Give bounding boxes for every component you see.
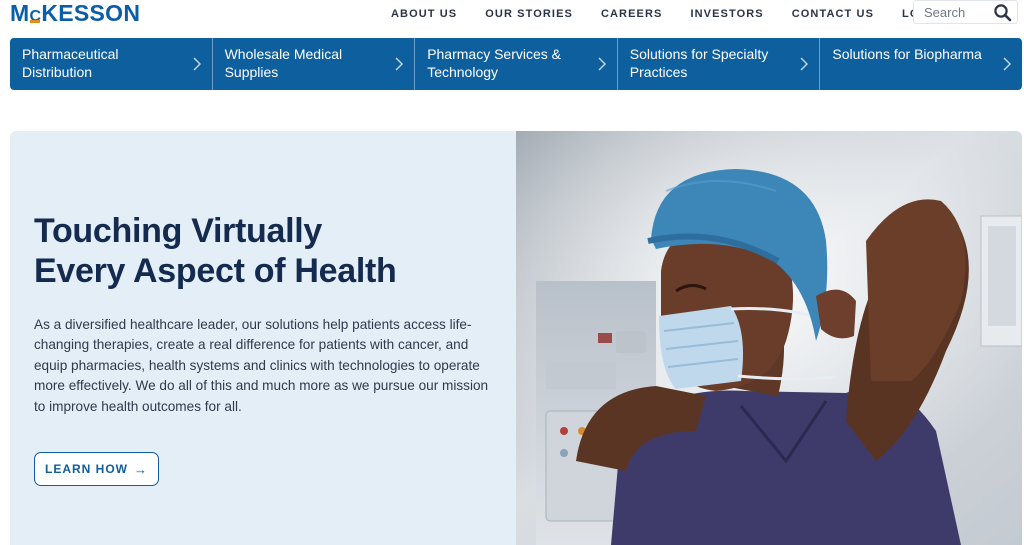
chevron-right-icon: [1003, 57, 1011, 71]
hero-headline-line-2: Every Aspect of Health: [34, 252, 397, 290]
hero-body-text: As a diversified healthcare leader, our …: [34, 317, 489, 414]
learn-how-button[interactable]: LEARN HOW →: [34, 452, 159, 486]
learn-how-label: LEARN HOW: [45, 462, 128, 476]
category-label: Solutions for Biopharma: [832, 46, 982, 62]
nav-contact-us[interactable]: CONTACT US: [792, 7, 874, 21]
chevron-right-icon: [193, 57, 201, 71]
site-header: MCKESSON ABOUT US OUR STORIES CAREERS IN…: [0, 0, 1024, 34]
category-label: Solutions for Specialty Practices: [629, 46, 769, 80]
hero-text-panel: Touching Virtually Every Aspect of Healt…: [10, 131, 516, 545]
nav-our-stories[interactable]: OUR STORIES: [485, 7, 573, 21]
mckesson-logo[interactable]: MCKESSON: [10, 1, 140, 29]
search-input[interactable]: [924, 4, 990, 20]
category-label: Pharmacy Services & Technology: [427, 46, 562, 80]
category-label: Pharmaceutical Distribution: [22, 46, 119, 80]
logo-letter-m: M: [10, 0, 30, 26]
search-box: [913, 0, 1018, 24]
chevron-right-icon: [800, 57, 809, 71]
hero-headline-line-1: Touching Virtually: [34, 212, 323, 250]
arrow-right-icon: →: [134, 461, 148, 477]
category-label: Wholesale Medical Supplies: [224, 46, 343, 80]
chevron-right-icon: [598, 57, 606, 71]
nav-careers[interactable]: CAREERS: [601, 7, 663, 21]
hero-section: Touching Virtually Every Aspect of Healt…: [10, 131, 1022, 545]
nav-investors[interactable]: INVESTORS: [690, 7, 763, 21]
top-navigation: ABOUT US OUR STORIES CAREERS INVESTORS C…: [391, 7, 979, 21]
category-solutions-biopharma[interactable]: Solutions for Biopharma: [820, 38, 1022, 90]
hero-photo-illustration: [516, 131, 1022, 545]
hero-headline: Touching Virtually Every Aspect of Healt…: [34, 211, 474, 291]
hero-photo-healthcare-worker: [516, 131, 1022, 545]
logo-letter-c: C: [29, 8, 42, 25]
nav-about-us[interactable]: ABOUT US: [391, 7, 457, 21]
search-icon[interactable]: [993, 3, 1013, 23]
chevron-right-icon: [395, 57, 404, 71]
category-bar: Pharmaceutical Distribution Wholesale Me…: [10, 38, 1022, 90]
category-wholesale-medical-supplies[interactable]: Wholesale Medical Supplies: [213, 38, 416, 90]
category-pharmacy-services-technology[interactable]: Pharmacy Services & Technology: [415, 38, 618, 90]
logo-letters-rest: KESSON: [41, 0, 141, 26]
category-pharmaceutical-distribution[interactable]: Pharmaceutical Distribution: [10, 38, 213, 90]
category-solutions-specialty-practices[interactable]: Solutions for Specialty Practices: [618, 38, 821, 90]
